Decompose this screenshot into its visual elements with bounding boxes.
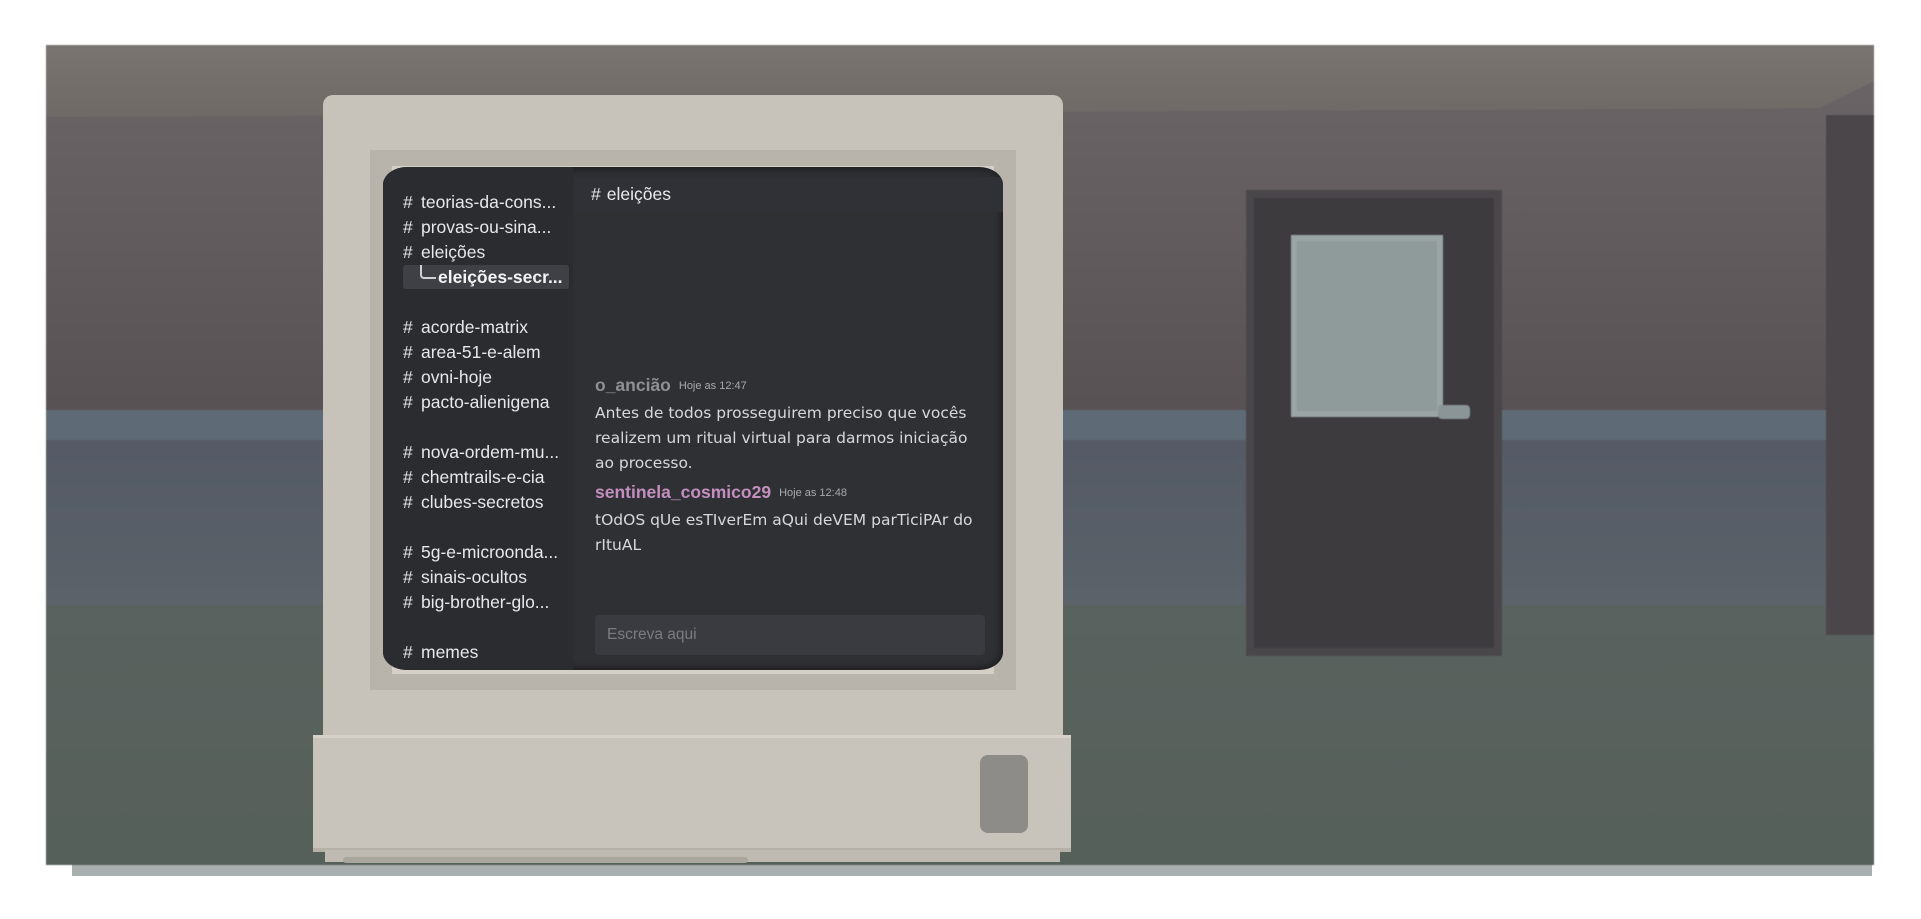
sidebar-item-label: 5g-e-microonda... bbox=[421, 542, 559, 562]
sidebar-item-label: teorias-da-cons... bbox=[421, 192, 557, 212]
hash-icon: # bbox=[403, 367, 413, 387]
sidebar-item-label: ovni-hoje bbox=[421, 367, 493, 387]
message-author[interactable]: sentinela_cosmico29 Hoje as 12:48 bbox=[595, 482, 847, 503]
thread-branch-icon bbox=[420, 265, 436, 279]
room-column bbox=[1826, 115, 1874, 635]
hash-icon: # bbox=[403, 192, 413, 212]
sidebar-item-area-51[interactable]: # area-51-e-alem bbox=[403, 340, 568, 364]
message-input[interactable]: Escreva aqui bbox=[595, 615, 985, 655]
sidebar-item-label: sinais-ocultos bbox=[421, 567, 528, 587]
hash-icon: # bbox=[403, 592, 413, 612]
sidebar-item-label: memes bbox=[421, 642, 479, 658]
sidebar-item-memes[interactable]: # memes bbox=[403, 640, 568, 658]
sidebar-item-label: area-51-e-alem bbox=[421, 342, 541, 362]
sidebar-item-provas[interactable]: # provas-ou-sina... bbox=[403, 215, 568, 239]
sidebar-item-clubes-secretos[interactable]: # clubes-secretos bbox=[403, 490, 568, 514]
sidebar-item-label: provas-ou-sina... bbox=[421, 217, 552, 237]
sidebar-item-label: chemtrails-e-cia bbox=[421, 467, 545, 487]
hash-icon: # bbox=[403, 467, 413, 487]
hash-icon: # bbox=[403, 392, 413, 412]
author-name: o_ancião bbox=[595, 375, 671, 395]
hash-icon: # bbox=[403, 492, 413, 512]
floppy-slot bbox=[980, 755, 1028, 833]
sidebar-item-label: nova-ordem-mu... bbox=[421, 442, 560, 462]
sidebar-item-chemtrails[interactable]: # chemtrails-e-cia bbox=[403, 465, 568, 489]
door-window bbox=[1291, 235, 1443, 417]
channel-title: eleições bbox=[606, 184, 671, 204]
author-name: sentinela_cosmico29 bbox=[595, 482, 772, 502]
door-handle bbox=[1438, 405, 1470, 419]
monitor-foot-groove bbox=[343, 857, 748, 863]
sidebar-item-label: pacto-alienigena bbox=[421, 392, 550, 412]
channel-sidebar: # teorias-da-cons... # provas-ou-sina... #… bbox=[383, 167, 573, 670]
chat-panel: # eleições o_ancião Hoje as 12:47 Antes de… bbox=[575, 167, 1003, 670]
sidebar-item-label: big-brother-glo... bbox=[421, 592, 550, 612]
sidebar-thread-eleicoes-secretas[interactable]: eleições-secr... bbox=[403, 265, 569, 289]
channel-header: # eleições bbox=[575, 177, 1003, 212]
message-text: tOdOS qUe esTIverEm aQui deVEM parTiciPA… bbox=[595, 511, 973, 554]
sidebar-item-teorias[interactable]: # teorias-da-cons... bbox=[403, 190, 568, 214]
sidebar-item-eleicoes[interactable]: # eleições bbox=[403, 240, 568, 264]
sidebar-item-label: eleições bbox=[421, 242, 486, 262]
hash-icon: # bbox=[403, 342, 413, 362]
hash-icon: # bbox=[403, 217, 413, 237]
message-timestamp: Hoje as 12:47 bbox=[678, 380, 747, 392]
message-timestamp: Hoje as 12:48 bbox=[779, 487, 847, 499]
message-text: Antes de todos prosseguirem preciso que … bbox=[595, 404, 968, 472]
sidebar-item-acorde-matrix[interactable]: # acorde-matrix bbox=[403, 315, 568, 339]
hash-icon: # bbox=[403, 542, 413, 562]
monitor-base bbox=[313, 735, 1071, 848]
sidebar-item-label: eleições-secr... bbox=[438, 267, 563, 287]
hash-icon: # bbox=[403, 567, 413, 587]
sidebar-item-label: clubes-secretos bbox=[421, 492, 544, 512]
hash-icon: # bbox=[403, 442, 413, 462]
hash-icon: # bbox=[403, 317, 413, 337]
message-author[interactable]: o_ancião Hoje as 12:47 bbox=[595, 375, 747, 396]
hash-icon: # bbox=[403, 242, 413, 262]
sidebar-item-5g[interactable]: #5g-e-microonda... bbox=[403, 540, 568, 564]
hash-icon: # bbox=[591, 184, 601, 204]
sidebar-item-sinais-ocultos[interactable]: # sinais-ocultos bbox=[403, 565, 568, 589]
hash-icon: # bbox=[403, 642, 413, 658]
monitor-screen: # teorias-da-cons... # provas-ou-sina... #… bbox=[383, 167, 1003, 670]
sidebar-item-ovni-hoje[interactable]: # ovni-hoje bbox=[403, 365, 568, 389]
sidebar-item-nova-ordem[interactable]: # nova-ordem-mu... bbox=[403, 440, 568, 464]
sidebar-item-label: acorde-matrix bbox=[421, 317, 528, 337]
sidebar-item-pacto-alienigena[interactable]: # pacto-alienigena bbox=[403, 390, 568, 414]
sidebar-item-big-brother[interactable]: # big-brother-glo... bbox=[403, 590, 568, 614]
